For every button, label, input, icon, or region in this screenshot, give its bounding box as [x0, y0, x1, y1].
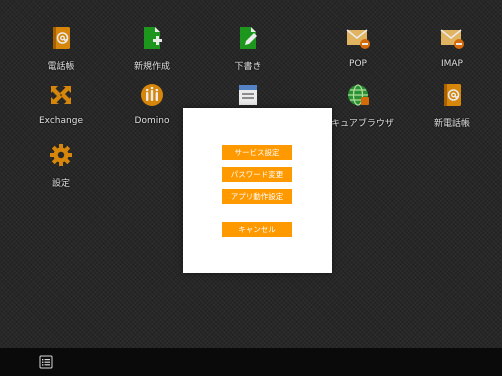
app-behavior-settings-button[interactable]: アプリ動作設定 [222, 189, 292, 204]
list-menu-icon [39, 355, 53, 369]
menu-button[interactable] [36, 353, 56, 371]
service-settings-button[interactable]: サービス設定 [222, 145, 292, 160]
password-change-button[interactable]: パスワード変更 [222, 167, 292, 182]
cancel-button[interactable]: キャンセル [222, 222, 292, 237]
taskbar [0, 348, 502, 376]
settings-menu-dialog: サービス設定 パスワード変更 アプリ動作設定 キャンセル [183, 108, 332, 273]
